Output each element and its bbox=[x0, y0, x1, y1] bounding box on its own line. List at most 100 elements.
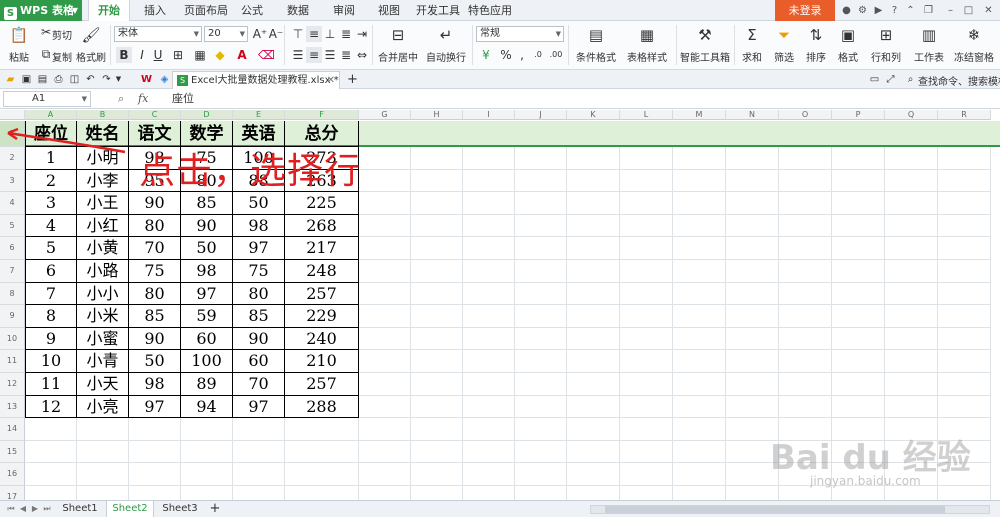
grid-cell[interactable] bbox=[620, 395, 673, 419]
tab-home[interactable]: 开始 bbox=[88, 0, 130, 22]
row-header-2[interactable]: 2 bbox=[0, 147, 25, 170]
grid-cell[interactable] bbox=[673, 214, 726, 238]
grid-cell[interactable] bbox=[673, 395, 726, 419]
table-cell[interactable]: 5 bbox=[25, 237, 77, 260]
column-header-e[interactable]: E bbox=[233, 110, 285, 120]
table-cell[interactable]: 小米 bbox=[77, 305, 129, 328]
grid-cell[interactable] bbox=[567, 327, 620, 351]
next-sheet-icon[interactable]: ▶ bbox=[30, 504, 40, 513]
grid-cell[interactable] bbox=[181, 463, 233, 486]
row-header-9[interactable]: 9 bbox=[0, 305, 25, 328]
decrease-font-icon[interactable]: A⁻ bbox=[268, 26, 284, 42]
grid-cell[interactable] bbox=[515, 192, 567, 215]
grid-cell[interactable] bbox=[726, 260, 779, 283]
grid-cell[interactable] bbox=[779, 169, 832, 193]
table-cell[interactable]: 11 bbox=[25, 373, 77, 396]
grid-cell[interactable] bbox=[515, 147, 567, 170]
row-header-10[interactable]: 10 bbox=[0, 327, 25, 351]
fullscreen-icon[interactable]: ⤢ bbox=[884, 73, 897, 86]
grid-cell[interactable] bbox=[567, 260, 620, 283]
grid-cell[interactable] bbox=[620, 214, 673, 238]
row-header-14[interactable]: 14 bbox=[0, 418, 25, 441]
justify-icon[interactable]: ≣ bbox=[338, 47, 354, 63]
restore-window-icon[interactable]: ❐ bbox=[922, 4, 935, 17]
row-header-15[interactable]: 15 bbox=[0, 440, 25, 464]
table-cell[interactable]: 9 bbox=[25, 327, 77, 351]
column-header-g[interactable]: G bbox=[359, 110, 411, 120]
grid-cell[interactable] bbox=[515, 305, 567, 328]
table-cell[interactable]: 225 bbox=[285, 192, 359, 215]
grid-cell[interactable] bbox=[411, 260, 463, 283]
table-cell[interactable]: 98 bbox=[181, 260, 233, 283]
grid-cell[interactable] bbox=[673, 169, 726, 193]
login-button[interactable]: 未登录 bbox=[775, 0, 835, 21]
export-pdf-icon[interactable]: ▤ bbox=[36, 73, 49, 86]
grid-cell[interactable] bbox=[285, 463, 359, 486]
grid-cell[interactable] bbox=[359, 418, 411, 441]
grid-cell[interactable] bbox=[885, 237, 938, 260]
undo-icon[interactable]: ↶ bbox=[84, 73, 97, 86]
column-header-b[interactable]: B bbox=[77, 110, 129, 120]
grid-cell[interactable] bbox=[515, 282, 567, 306]
grid-cell[interactable] bbox=[77, 463, 129, 486]
grid-cell[interactable] bbox=[938, 192, 991, 215]
font-name-select[interactable]: 宋体 ▼ bbox=[114, 26, 202, 42]
grid-cell[interactable] bbox=[129, 463, 181, 486]
grid-cell[interactable] bbox=[411, 214, 463, 238]
tab-special[interactable]: 特色应用 bbox=[466, 0, 514, 21]
table-cell[interactable]: 10 bbox=[25, 350, 77, 373]
grid-cell[interactable] bbox=[885, 373, 938, 396]
grid-cell[interactable] bbox=[77, 440, 129, 464]
grid-cell[interactable] bbox=[567, 214, 620, 238]
grid-cell[interactable] bbox=[411, 440, 463, 464]
grid-cell[interactable] bbox=[463, 260, 515, 283]
table-cell[interactable]: 288 bbox=[285, 395, 359, 419]
table-cell[interactable]: 小青 bbox=[77, 350, 129, 373]
grid-cell[interactable] bbox=[779, 214, 832, 238]
grid-cell[interactable] bbox=[726, 237, 779, 260]
minimize-icon[interactable]: – bbox=[944, 4, 957, 17]
table-cell[interactable]: 小小 bbox=[77, 282, 129, 306]
grid-cell[interactable] bbox=[463, 214, 515, 238]
grid-cell[interactable] bbox=[938, 327, 991, 351]
row-header-7[interactable]: 7 bbox=[0, 260, 25, 283]
grid-cell[interactable] bbox=[515, 169, 567, 193]
prev-sheet-icon[interactable]: ◀ bbox=[18, 504, 28, 513]
grid-cell[interactable] bbox=[463, 418, 515, 441]
table-cell[interactable]: 248 bbox=[285, 260, 359, 283]
table-cell[interactable]: 50 bbox=[233, 192, 285, 215]
grid-cell[interactable] bbox=[885, 147, 938, 170]
grid-cell[interactable] bbox=[832, 305, 885, 328]
grid-cell[interactable] bbox=[567, 147, 620, 170]
print-icon[interactable]: ⎙ bbox=[52, 73, 65, 86]
grid-cell[interactable] bbox=[567, 440, 620, 464]
column-header-h[interactable]: H bbox=[411, 110, 463, 120]
sheet-tab-sheet1[interactable]: Sheet1 bbox=[56, 501, 104, 517]
table-cell[interactable]: 98 bbox=[233, 214, 285, 238]
fx-icon[interactable]: fx bbox=[138, 92, 148, 105]
grid-cell[interactable] bbox=[673, 260, 726, 283]
grid-cell[interactable] bbox=[832, 350, 885, 373]
grid-cell[interactable] bbox=[515, 440, 567, 464]
font-size-select[interactable]: 20 ▼ bbox=[204, 26, 248, 42]
grid-cell[interactable] bbox=[233, 440, 285, 464]
table-cell[interactable]: 90 bbox=[233, 327, 285, 351]
grid-cell[interactable] bbox=[779, 350, 832, 373]
font-color-icon[interactable]: A bbox=[234, 47, 250, 63]
table-style-button[interactable]: ▦ 表格样式 bbox=[622, 25, 672, 64]
grid-cell[interactable] bbox=[25, 463, 77, 486]
grid-cell[interactable] bbox=[411, 192, 463, 215]
wrap-text-button[interactable]: ↵ 自动换行 bbox=[424, 25, 468, 64]
grid-cell[interactable] bbox=[620, 282, 673, 306]
grid-cell[interactable] bbox=[726, 192, 779, 215]
column-header-m[interactable]: M bbox=[673, 110, 726, 120]
grid-cell[interactable] bbox=[779, 192, 832, 215]
grid-cell[interactable] bbox=[779, 305, 832, 328]
grid-cell[interactable] bbox=[359, 260, 411, 283]
grid-cell[interactable] bbox=[285, 418, 359, 441]
format-painter-button[interactable]: 🖌 格式刷 bbox=[74, 25, 108, 64]
sheet-tab-sheet2[interactable]: Sheet2 bbox=[106, 501, 154, 517]
align-center-icon[interactable]: ≡ bbox=[306, 47, 322, 63]
table-cell[interactable]: 85 bbox=[181, 192, 233, 215]
freeze-panes-button[interactable]: ❄ 冻结窗格 bbox=[950, 25, 998, 64]
